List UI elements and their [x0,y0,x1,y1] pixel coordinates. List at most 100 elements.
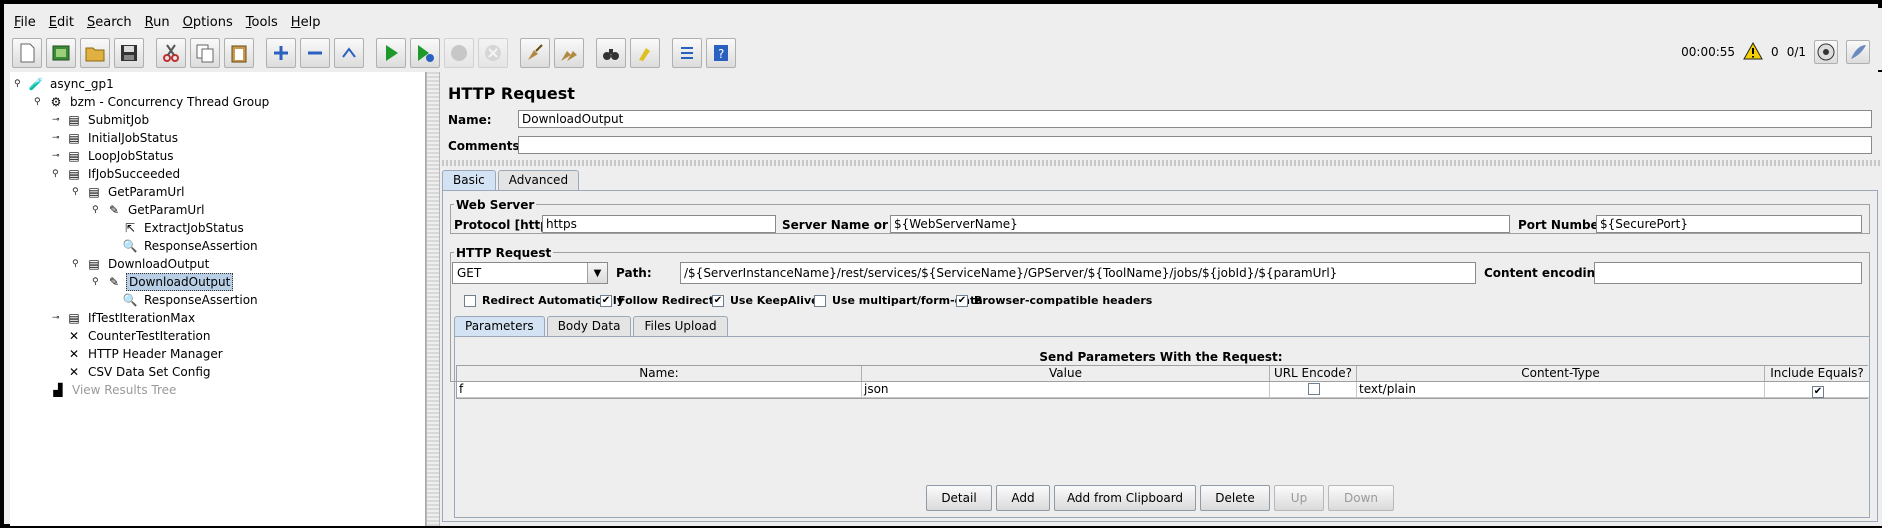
tab-files-upload[interactable]: Files Upload [633,316,728,336]
tree-node-responseassertion-1[interactable]: 🔍 ResponseAssertion [122,237,260,255]
comments-divider[interactable] [442,160,1880,166]
warning-icon[interactable] [1743,41,1763,63]
remote-status-button[interactable] [1814,40,1838,64]
column-header-value[interactable]: Value [862,366,1270,382]
server-name-field[interactable]: ${WebServerName} [890,215,1510,233]
copy-button[interactable] [190,38,220,68]
table-cell-value[interactable]: json [862,382,1270,398]
tab-advanced[interactable]: Advanced [497,170,580,190]
new-button[interactable] [12,38,42,68]
tree-node-test-plan[interactable]: ⚲ 🧪 async_gp1 [14,75,116,93]
checkbox-box[interactable]: ✔ [712,294,724,307]
delete-button[interactable]: Delete [1200,485,1270,511]
collapse-handle[interactable]: ⚲ [52,170,60,179]
expand-handle[interactable]: ⊸ [52,116,60,125]
function-helper-button[interactable] [672,38,702,68]
tree-node-csv-data-set-config[interactable]: ✕ CSV Data Set Config [66,363,213,381]
tree-node-getparamurl-sampler[interactable]: ⚲ ✎ GetParamUrl [92,201,206,219]
tree-node-thread-group[interactable]: ⚲ ⚙ bzm - Concurrency Thread Group [34,93,271,111]
expand-handle[interactable]: ⊸ [52,134,60,143]
collapse-handle[interactable]: ⚲ [72,260,80,269]
expand-handle[interactable]: ⊸ [52,314,60,323]
table-cell-name[interactable]: f [457,382,862,398]
table-cell-content-type[interactable]: text/plain [1357,382,1765,398]
collapse-handle[interactable]: ⚲ [72,188,80,197]
tab-basic[interactable]: Basic [442,170,496,190]
menu-options[interactable]: Options [183,15,233,30]
checkbox-box[interactable]: ✔ [956,294,968,307]
url-encode-checkbox[interactable] [1308,383,1320,395]
checkbox-box[interactable] [814,294,826,307]
protocol-field[interactable]: https [542,215,776,233]
templates-button[interactable] [46,38,76,68]
detail-button[interactable]: Detail [926,485,992,511]
collapse-handle[interactable]: ⚲ [92,278,100,287]
tree-node-view-results-tree[interactable]: ▟ View Results Tree [50,381,178,399]
table-cell-url-encode[interactable] [1270,382,1357,398]
add-from-clipboard-button[interactable]: Add from Clipboard [1054,485,1196,511]
chevron-down-icon[interactable]: ▼ [587,263,607,283]
tree-node-loopjobstatus[interactable]: ⊸ ▤ LoopJobStatus [52,147,176,165]
expand-all-button[interactable] [266,38,296,68]
tree-node-downloadoutput-controller[interactable]: ⚲ ▤ DownloadOutput [72,255,211,273]
open-button[interactable] [80,38,110,68]
name-field[interactable]: DownloadOutput [518,110,1872,128]
column-header-include-equals[interactable]: Include Equals? [1765,366,1869,382]
checkbox-box[interactable]: ✔ [600,294,612,307]
reset-search-button[interactable] [630,38,660,68]
toggle-button[interactable] [334,38,364,68]
menu-edit[interactable]: Edit [49,15,74,30]
tree-node-getparamurl-controller[interactable]: ⚲ ▤ GetParamUrl [72,183,186,201]
menu-search[interactable]: Search [87,15,132,30]
split-pane-divider[interactable] [426,72,440,526]
column-header-url-encode[interactable]: URL Encode? [1270,366,1357,382]
paste-button[interactable] [224,38,254,68]
menu-help[interactable]: Help [291,15,321,30]
logger-button[interactable] [1846,40,1870,64]
collapse-all-button[interactable] [300,38,330,68]
tree-node-extractjobstatus[interactable]: ⇱ ExtractJobStatus [122,219,246,237]
method-select[interactable]: GET ▼ [452,262,608,284]
shutdown-button[interactable] [478,38,508,68]
include-equals-checkbox[interactable]: ✔ [1812,386,1824,398]
use-keepalive-checkbox[interactable]: ✔ Use KeepAlive [712,294,819,307]
tree-node-initialjobstatus[interactable]: ⊸ ▤ InitialJobStatus [52,129,180,147]
menu-run[interactable]: Run [145,15,170,30]
stop-button[interactable] [444,38,474,68]
follow-redirects-checkbox[interactable]: ✔ Follow Redirects [600,294,721,307]
help-button[interactable]: ? [706,38,736,68]
checkbox-box[interactable] [464,294,476,307]
cut-button[interactable] [156,38,186,68]
tree-node-iftestiterationmax[interactable]: ⊸ ▤ IfTestIterationMax [52,309,197,327]
collapse-handle[interactable]: ⚲ [14,80,22,89]
add-button[interactable]: Add [996,485,1050,511]
browser-compatible-headers-checkbox[interactable]: ✔ Browser-compatible headers [956,294,1152,307]
expand-handle[interactable]: ⊸ [52,152,60,161]
menu-tools[interactable]: Tools [246,15,278,30]
table-cell-include-equals[interactable]: ✔ [1765,382,1869,398]
port-field[interactable]: ${SecurePort} [1596,215,1862,233]
search-button[interactable] [596,38,626,68]
tree-node-responseassertion-2[interactable]: 🔍 ResponseAssertion [122,291,260,309]
content-encoding-field[interactable] [1594,262,1862,284]
tree-node-submitjob[interactable]: ⊸ ▤ SubmitJob [52,111,151,129]
save-button[interactable] [114,38,144,68]
tab-body-data[interactable]: Body Data [546,316,632,336]
collapse-handle[interactable]: ⚲ [92,206,100,215]
menu-file[interactable]: File [14,15,36,30]
path-field[interactable]: /${ServerInstanceName}/rest/services/${S… [680,262,1476,284]
tab-parameters[interactable]: Parameters [454,316,545,336]
start-no-pauses-button[interactable] [410,38,440,68]
column-header-content-type[interactable]: Content-Type [1357,366,1765,382]
column-header-name[interactable]: Name: [457,366,862,382]
start-button[interactable] [376,38,406,68]
tree-node-http-header-manager[interactable]: ✕ HTTP Header Manager [66,345,225,363]
collapse-handle[interactable]: ⚲ [34,98,42,107]
down-button[interactable]: Down [1328,485,1394,511]
tree-node-downloadoutput-sampler[interactable]: ⚲ ✎ DownloadOutput [92,273,234,291]
tree-node-countertestiteration[interactable]: ✕ CounterTestIteration [66,327,212,345]
clear-button[interactable] [520,38,550,68]
tree-node-ifjobsucceeded[interactable]: ⚲ ▤ IfJobSucceeded [52,165,182,183]
comments-field[interactable] [518,136,1872,154]
clear-all-button[interactable] [554,38,584,68]
